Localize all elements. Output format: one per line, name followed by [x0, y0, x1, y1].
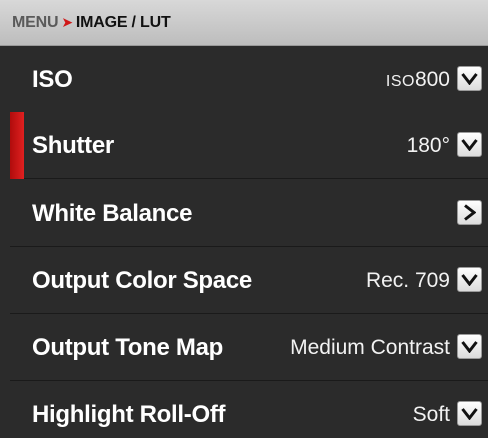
- iso-value[interactable]: ISO800: [386, 46, 450, 113]
- output-color-space-value[interactable]: Rec. 709: [366, 247, 450, 314]
- menu-row-iso[interactable]: ISO ISO800: [10, 46, 488, 113]
- output-color-space-dropdown-button[interactable]: [457, 267, 482, 292]
- menu-row-label: Output Tone Map: [32, 334, 224, 361]
- iso-dropdown-button[interactable]: [457, 66, 482, 91]
- chevron-down-icon: [461, 139, 478, 151]
- iso-prefix: ISO: [385, 73, 415, 90]
- white-balance-open-button[interactable]: [457, 200, 482, 225]
- menu-row-label: White Balance: [32, 200, 193, 227]
- chevron-down-icon: [461, 408, 478, 420]
- menu-row-label: ISO: [32, 66, 73, 93]
- breadcrumb-arrow-icon: ➤: [61, 14, 73, 30]
- menu-row-label: Shutter: [32, 132, 114, 159]
- output-tone-map-dropdown-button[interactable]: [457, 334, 482, 359]
- menu-row-output-color-space[interactable]: Output Color Space Rec. 709: [10, 247, 488, 314]
- menu-row-label: Highlight Roll-Off: [32, 401, 226, 428]
- breadcrumb-menu[interactable]: MENU: [12, 14, 59, 32]
- breadcrumb-current: IMAGE / LUT: [75, 13, 171, 31]
- selection-indicator: [10, 112, 24, 179]
- chevron-down-icon: [461, 274, 478, 286]
- left-edge: [0, 46, 10, 438]
- menu-row-highlight-roll-off[interactable]: Highlight Roll-Off Soft: [10, 381, 488, 438]
- menu-row-white-balance[interactable]: White Balance: [10, 180, 488, 247]
- shutter-value[interactable]: 180°: [407, 112, 450, 179]
- menu-row-output-tone-map[interactable]: Output Tone Map Medium Contrast: [10, 314, 488, 381]
- output-tone-map-value[interactable]: Medium Contrast: [290, 314, 450, 381]
- shutter-dropdown-button[interactable]: [457, 132, 482, 157]
- chevron-right-icon: [464, 204, 476, 221]
- menu-row-shutter[interactable]: Shutter 180°: [10, 112, 488, 179]
- highlight-roll-off-dropdown-button[interactable]: [457, 401, 482, 426]
- chevron-down-icon: [461, 73, 478, 85]
- breadcrumb: MENU ➤ IMAGE / LUT: [0, 0, 488, 46]
- highlight-roll-off-value[interactable]: Soft: [413, 381, 450, 438]
- iso-number: 800: [414, 68, 450, 91]
- image-lut-menu: MENU ➤ IMAGE / LUT ISO ISO800 Shutter 18…: [0, 0, 488, 438]
- menu-row-label: Output Color Space: [32, 267, 252, 294]
- chevron-down-icon: [461, 341, 478, 353]
